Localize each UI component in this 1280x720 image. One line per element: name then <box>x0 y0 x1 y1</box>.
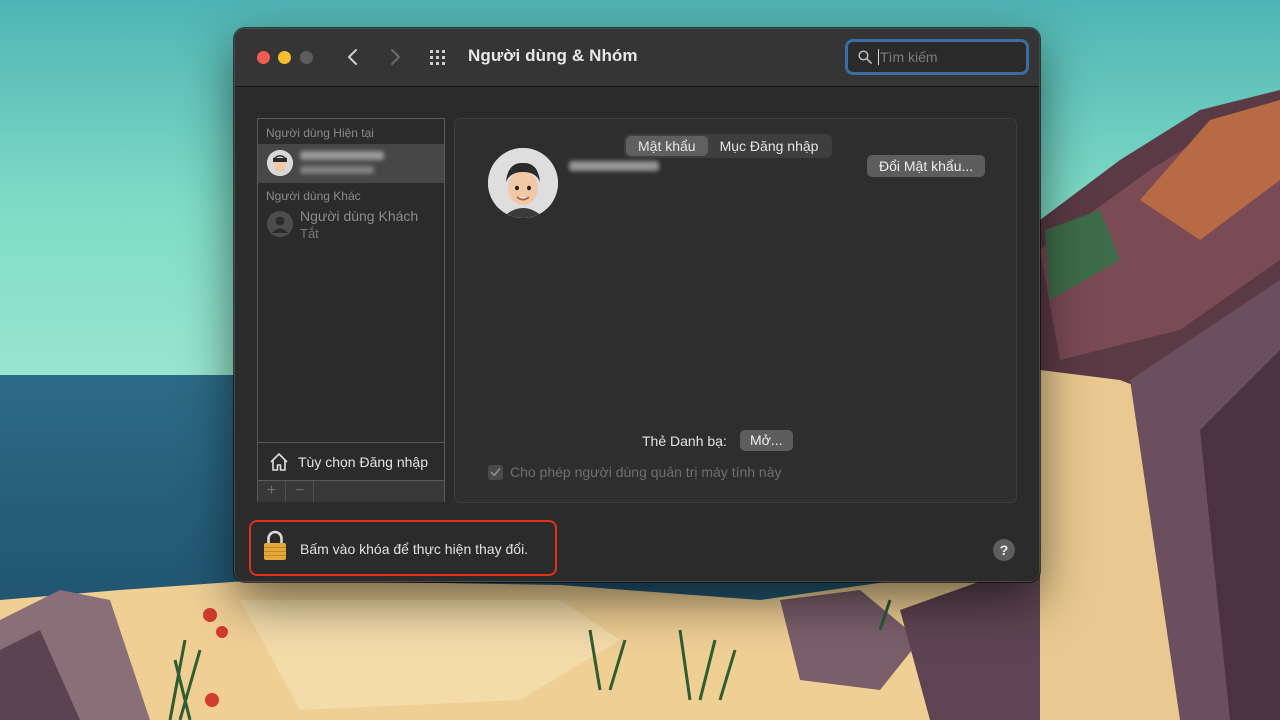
minimize-window-button[interactable] <box>278 51 291 64</box>
login-options-item[interactable]: Tùy chọn Đăng nhập <box>258 442 444 480</box>
remove-user-button[interactable]: − <box>286 481 314 502</box>
other-users-header: Người dùng Khác <box>266 189 361 203</box>
preferences-content: Người dùng Hiện tại Người dùng Khác Ngườ… <box>235 87 1039 581</box>
lock-icon[interactable] <box>262 529 288 561</box>
tab-password[interactable]: Mật khẩu <box>626 136 708 156</box>
guest-user-item[interactable]: Người dùng Khách Tắt <box>258 207 444 247</box>
person-icon <box>267 211 293 237</box>
user-details-panel: Đổi Mật khẩu... Thẻ Danh bạ: Mở... Cho p… <box>454 118 1017 503</box>
search-field[interactable] <box>845 39 1029 75</box>
current-user-item[interactable] <box>258 144 444 183</box>
back-button[interactable] <box>341 45 365 69</box>
redacted-user-role <box>300 166 374 174</box>
house-icon <box>270 452 288 471</box>
current-users-header: Người dùng Hiện tại <box>266 126 374 140</box>
grid-icon <box>430 50 445 65</box>
current-user-avatar <box>267 150 293 176</box>
forward-button[interactable] <box>383 45 407 69</box>
contact-card-label: Thẻ Danh bạ: <box>642 433 727 449</box>
guest-avatar <box>267 211 293 237</box>
guest-user-status: Tắt <box>300 226 319 241</box>
redacted-user-name <box>300 151 384 160</box>
add-remove-bar: + − <box>258 480 444 502</box>
tab-bar: Mật khẩu Mục Đăng nhập <box>624 134 833 158</box>
users-groups-window: Người dùng & Nhóm Người dùng Hiện tại <box>234 28 1040 582</box>
open-contact-button[interactable]: Mở... <box>740 430 793 451</box>
window-title: Người dùng & Nhóm <box>468 46 638 65</box>
chevron-right-icon <box>391 49 400 65</box>
text-cursor <box>878 49 879 65</box>
title-bar: Người dùng & Nhóm <box>235 29 1039 87</box>
checkmark-icon <box>490 467 501 476</box>
search-input[interactable] <box>880 49 1010 65</box>
allow-admin-checkbox[interactable] <box>488 464 503 480</box>
help-button[interactable]: ? <box>993 539 1015 561</box>
zoom-window-button[interactable] <box>300 51 313 64</box>
guest-user-name: Người dùng Khách <box>300 208 419 224</box>
show-all-button[interactable] <box>428 47 450 69</box>
change-password-button[interactable]: Đổi Mật khẩu... <box>867 155 986 177</box>
users-sidebar: Người dùng Hiện tại Người dùng Khác Ngườ… <box>257 118 445 502</box>
redacted-full-name <box>569 161 659 171</box>
chevron-left-icon <box>348 49 357 65</box>
close-window-button[interactable] <box>257 51 270 64</box>
allow-admin-row: Cho phép người dùng quản trị máy tính nà… <box>488 464 782 480</box>
user-avatar[interactable] <box>488 148 558 218</box>
login-options-label: Tùy chọn Đăng nhập <box>298 453 428 470</box>
allow-admin-label: Cho phép người dùng quản trị máy tính nà… <box>510 464 782 480</box>
search-icon <box>858 50 872 64</box>
tab-login-items[interactable]: Mục Đăng nhập <box>708 136 831 156</box>
lock-message[interactable]: Bấm vào khóa để thực hiện thay đổi. <box>300 541 528 557</box>
add-user-button[interactable]: + <box>258 481 286 502</box>
